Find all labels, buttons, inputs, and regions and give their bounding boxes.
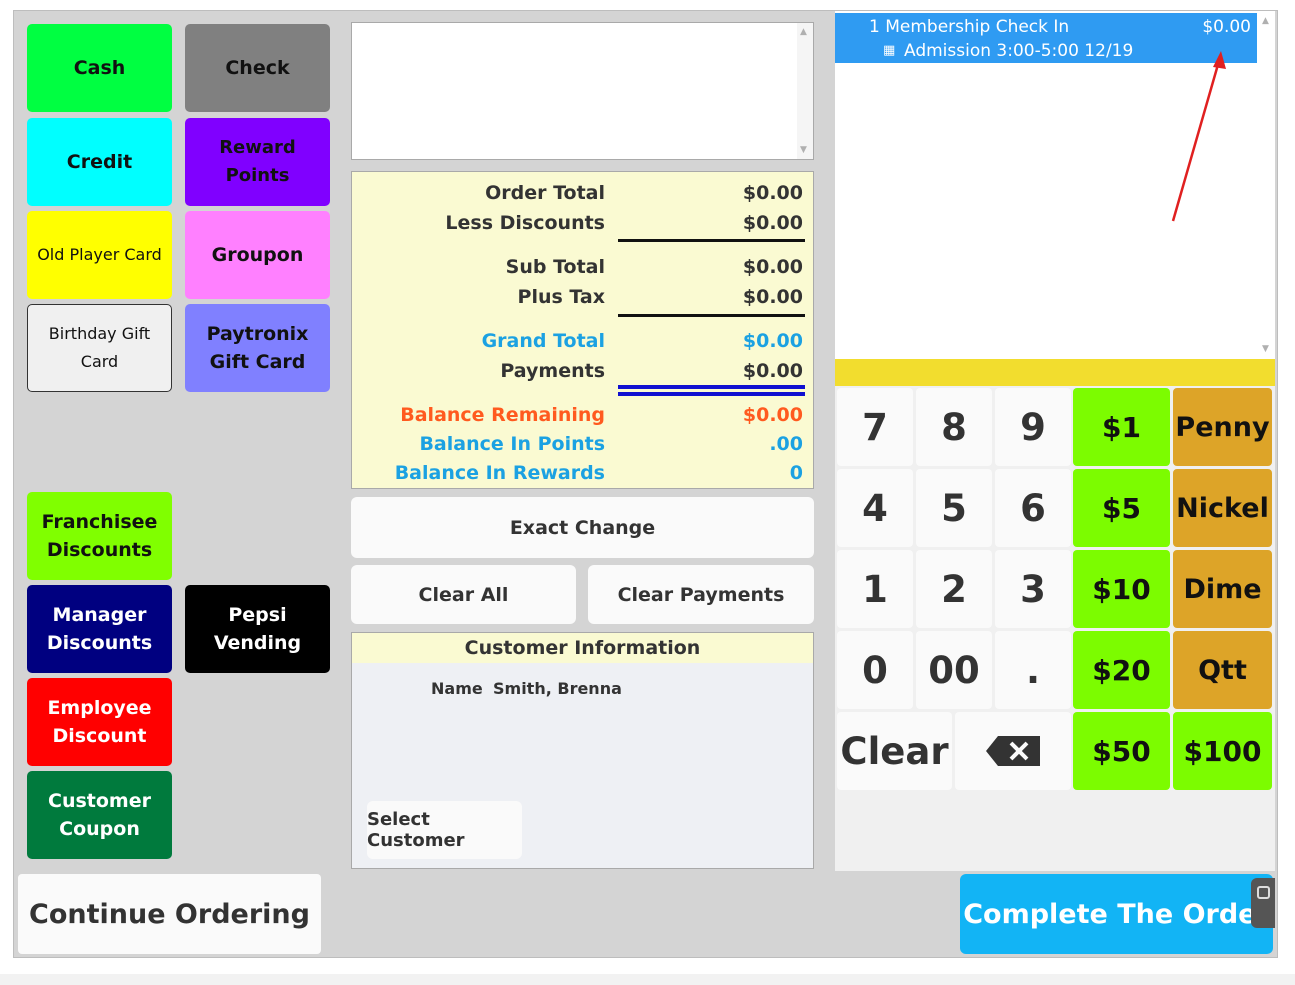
pepsi-vending-button[interactable]: Pepsi Vending <box>185 585 330 673</box>
less-discounts-value: $0.00 <box>742 212 803 234</box>
double-divider <box>618 392 805 396</box>
key-20-dollars[interactable]: $20 <box>1073 631 1170 709</box>
birthday-gift-card-button[interactable]: Birthday Gift Card <box>27 304 172 392</box>
double-divider <box>618 385 805 389</box>
customer-info-panel: Customer Information Name Smith, Brenna … <box>351 632 814 869</box>
customer-info-header: Customer Information <box>352 633 813 663</box>
annotation-arrow <box>1171 51 1226 222</box>
order-total-label: Order Total <box>485 182 605 204</box>
clear-payments-button[interactable]: Clear Payments <box>588 565 814 624</box>
balance-remaining-value: $0.00 <box>742 404 803 426</box>
balance-rewards-label: Balance In Rewards <box>394 462 605 484</box>
balance-remaining-label: Balance Remaining <box>400 404 605 426</box>
less-discounts-label: Less Discounts <box>445 212 605 234</box>
divider <box>618 239 805 242</box>
backspace-icon[interactable] <box>955 712 1071 790</box>
key-1-dollar[interactable]: $1 <box>1073 388 1170 466</box>
customer-coupon-button[interactable]: Customer Coupon <box>27 771 172 859</box>
manager-discounts-button[interactable]: Manager Discounts <box>27 585 172 673</box>
scroll-up-icon[interactable]: ▲ <box>800 27 807 37</box>
divider <box>618 314 805 317</box>
order-item-name: 1 Membership Check In <box>869 17 1070 37</box>
exact-change-button[interactable]: Exact Change <box>351 497 814 558</box>
customer-name-label: Name <box>431 679 483 698</box>
continue-ordering-button[interactable]: Continue Ordering <box>18 874 321 954</box>
scroll-down-icon[interactable]: ▼ <box>1262 344 1269 354</box>
status-bar <box>835 359 1275 386</box>
balance-points-label: Balance In Points <box>419 433 605 455</box>
balance-rewards-value: 0 <box>789 462 803 484</box>
sub-total-label: Sub Total <box>505 256 605 278</box>
key-50-dollars[interactable]: $50 <box>1073 712 1170 790</box>
paytronix-gift-card-button[interactable]: Paytronix Gift Card <box>185 304 330 392</box>
key-nickel[interactable]: Nickel <box>1173 469 1272 547</box>
bottom-strip <box>0 974 1295 985</box>
key-quarter[interactable]: Qtt <box>1173 631 1272 709</box>
order-total-value: $0.00 <box>742 182 803 204</box>
plus-tax-value: $0.00 <box>742 286 803 308</box>
order-item-price: $0.00 <box>1202 17 1251 37</box>
customer-name-value: Smith, Brenna <box>493 679 622 698</box>
plus-tax-label: Plus Tax <box>517 286 605 308</box>
order-item-detail: Admission 3:00-5:00 12/19 <box>904 41 1134 61</box>
key-penny[interactable]: Penny <box>1173 388 1272 466</box>
backspace-glyph <box>986 736 1040 766</box>
key-2[interactable]: 2 <box>916 550 992 628</box>
old-player-card-button[interactable]: Old Player Card <box>27 211 172 299</box>
cash-button[interactable]: Cash <box>27 24 172 112</box>
credit-button[interactable]: Credit <box>27 118 172 206</box>
payments-value: $0.00 <box>742 360 803 382</box>
key-7[interactable]: 7 <box>837 388 913 466</box>
key-100-dollars[interactable]: $100 <box>1173 712 1272 790</box>
key-5[interactable]: 5 <box>916 469 992 547</box>
scroll-down-icon[interactable]: ▼ <box>800 145 807 155</box>
key-clear[interactable]: Clear <box>837 712 952 790</box>
order-items-list: 1 Membership Check In $0.00 ▦ Admission … <box>835 11 1275 359</box>
franchisee-discounts-button[interactable]: Franchisee Discounts <box>27 492 172 580</box>
select-customer-button[interactable]: Select Customer <box>367 801 522 859</box>
check-button[interactable]: Check <box>185 24 330 112</box>
balance-points-value: .00 <box>769 433 803 455</box>
key-3[interactable]: 3 <box>995 550 1071 628</box>
key-dime[interactable]: Dime <box>1173 550 1272 628</box>
grand-total-label: Grand Total <box>481 330 605 352</box>
notes-textarea[interactable]: ▲ ▼ <box>351 22 814 160</box>
totals-panel: Order Total $0.00 Less Discounts $0.00 S… <box>351 171 814 489</box>
key-1[interactable]: 1 <box>837 550 913 628</box>
order-list-scrollbar[interactable]: ▲ ▼ <box>1257 11 1275 359</box>
employee-discount-button[interactable]: Employee Discount <box>27 678 172 766</box>
key-4[interactable]: 4 <box>837 469 913 547</box>
side-tab-handle[interactable] <box>1251 878 1275 928</box>
key-9[interactable]: 9 <box>995 388 1071 466</box>
key-5-dollars[interactable]: $5 <box>1073 469 1170 547</box>
key-00[interactable]: 00 <box>916 631 992 709</box>
payments-label: Payments <box>500 360 605 382</box>
key-6[interactable]: 6 <box>995 469 1071 547</box>
key-8[interactable]: 8 <box>916 388 992 466</box>
groupon-button[interactable]: Groupon <box>185 211 330 299</box>
minimize-icon <box>1257 886 1270 899</box>
clear-all-button[interactable]: Clear All <box>351 565 576 624</box>
calendar-icon: ▦ <box>883 43 896 58</box>
grand-total-value: $0.00 <box>742 330 803 352</box>
reward-points-button[interactable]: Reward Points <box>185 118 330 206</box>
key-0[interactable]: 0 <box>837 631 913 709</box>
scroll-up-icon[interactable]: ▲ <box>1262 16 1269 26</box>
key-decimal[interactable]: . <box>995 631 1071 709</box>
key-10-dollars[interactable]: $10 <box>1073 550 1170 628</box>
complete-order-button[interactable]: Complete The Order <box>960 874 1273 954</box>
sub-total-value: $0.00 <box>742 256 803 278</box>
notes-scrollbar[interactable]: ▲ ▼ <box>797 23 813 159</box>
